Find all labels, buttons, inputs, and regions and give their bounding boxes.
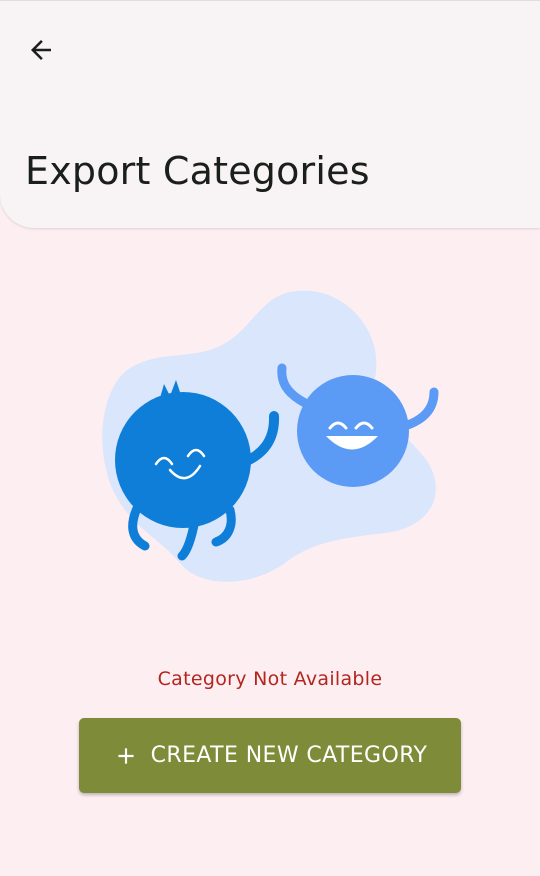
empty-state-illustration — [100, 288, 444, 588]
create-new-category-button[interactable]: CREATE NEW CATEGORY — [79, 718, 461, 793]
page-title: Export Categories — [25, 149, 370, 193]
arrow-left-icon — [31, 40, 51, 60]
plus-icon — [113, 743, 139, 769]
back-button[interactable] — [18, 27, 64, 73]
create-button-label: CREATE NEW CATEGORY — [150, 743, 428, 768]
left-blob-body — [115, 392, 251, 528]
empty-state-message: Category Not Available — [157, 668, 383, 690]
right-blob-body — [297, 375, 409, 487]
top-app-bar: Export Categories — [0, 0, 540, 228]
